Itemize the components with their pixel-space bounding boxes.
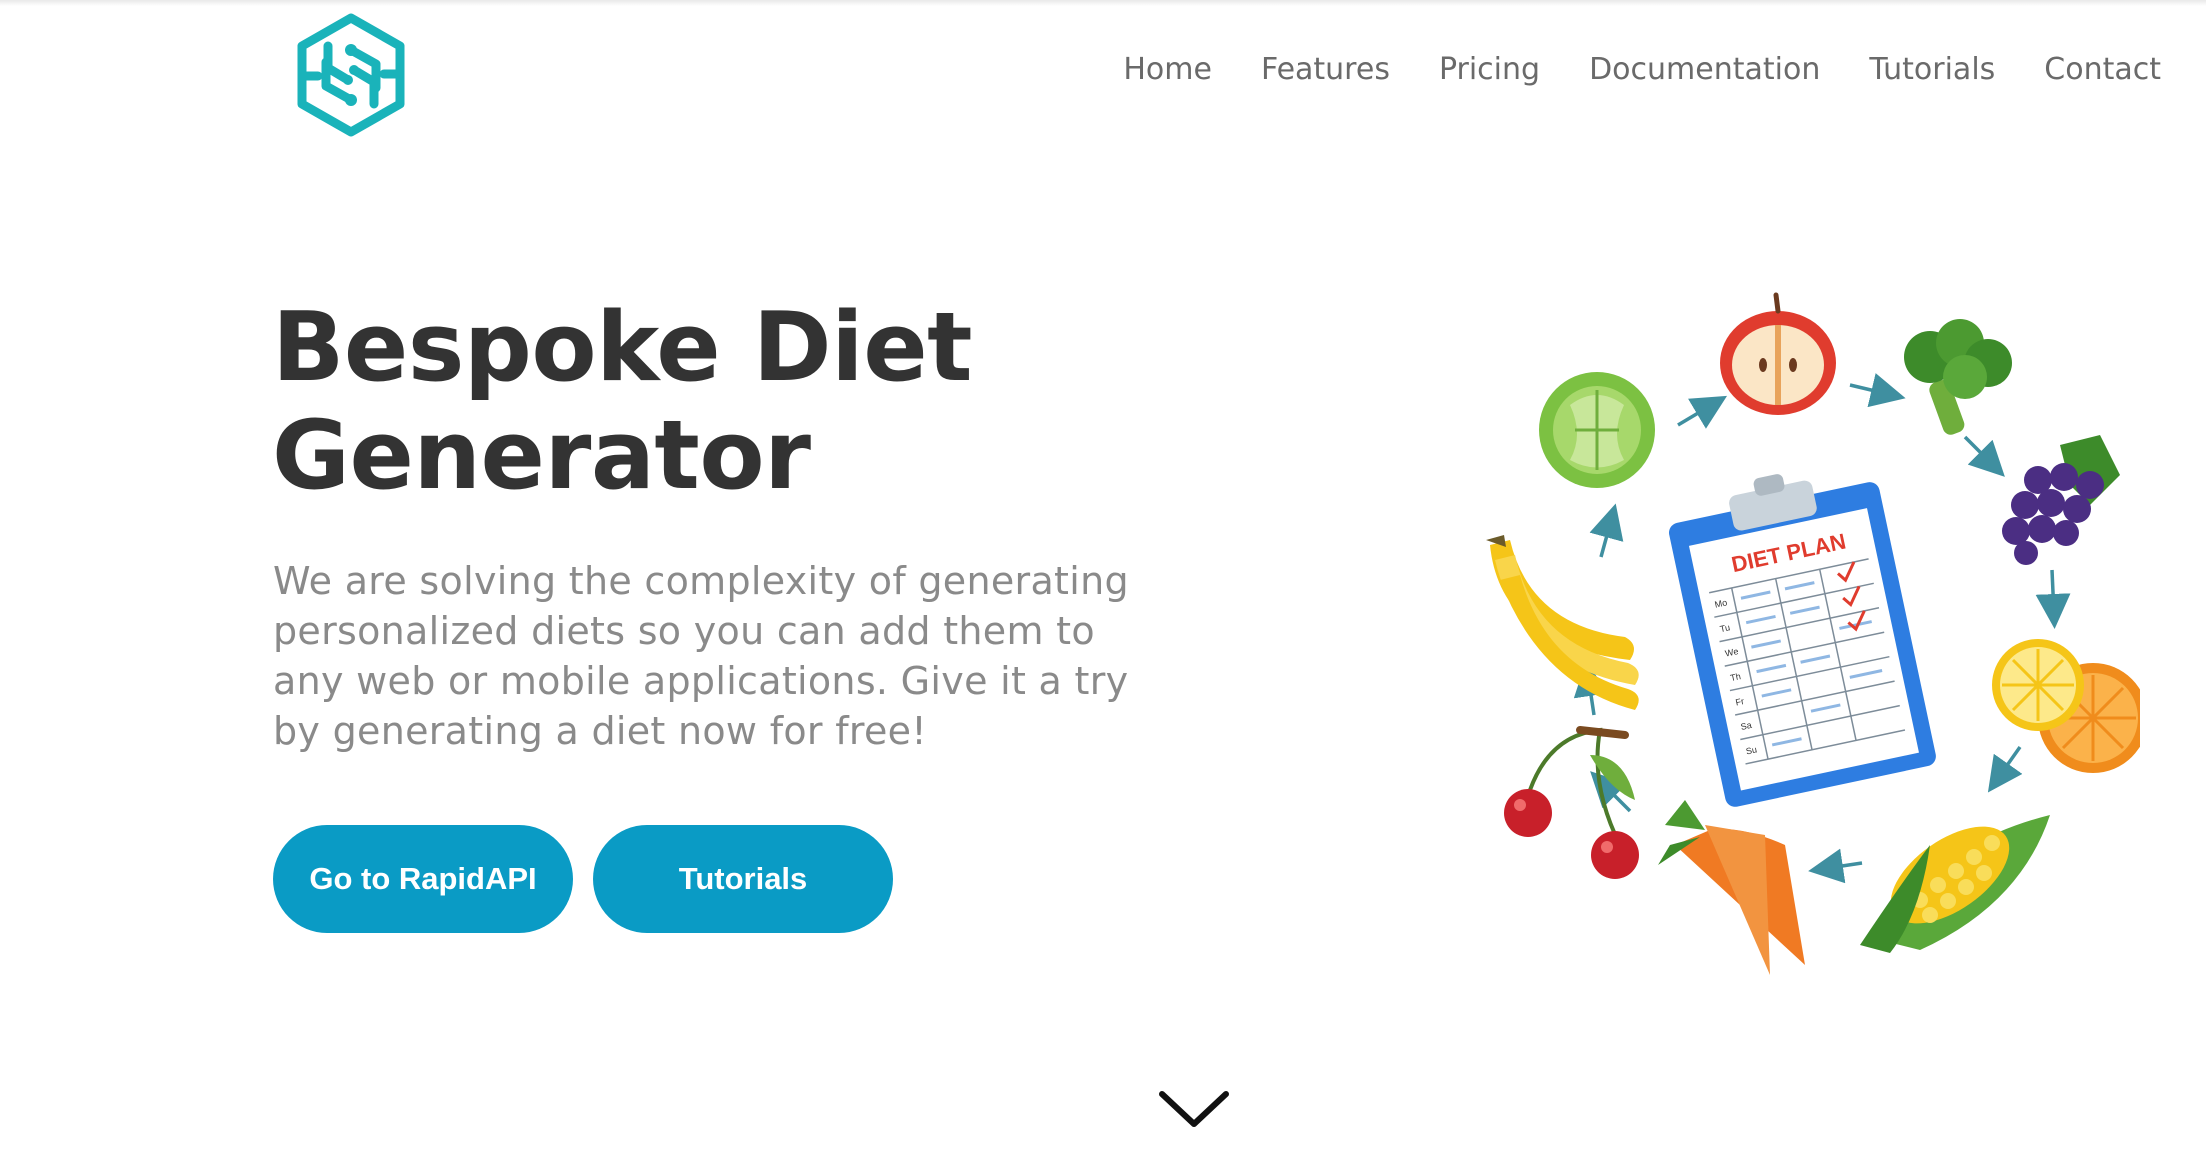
nav-contact[interactable]: Contact xyxy=(2044,52,2161,87)
nav-pricing[interactable]: Pricing xyxy=(1439,52,1540,87)
hero-title-line-2: Generator xyxy=(272,401,811,511)
scroll-down-button[interactable] xyxy=(1158,1088,1230,1132)
cherries-icon xyxy=(1504,726,1639,879)
carrot-icon xyxy=(1658,800,1805,975)
broccoli-icon xyxy=(1904,319,2012,435)
tutorials-button[interactable]: Tutorials xyxy=(593,825,893,933)
main-nav: Home Features Pricing Documentation Tuto… xyxy=(1123,52,2161,87)
hero-title: Bespoke Diet Generator xyxy=(272,294,1072,510)
hero-title-line-1: Bespoke Diet xyxy=(272,293,973,403)
banana-icon xyxy=(1486,535,1639,710)
hexagon-circuit-logo-icon xyxy=(297,13,405,137)
nav-features[interactable]: Features xyxy=(1261,52,1390,87)
chevron-down-icon xyxy=(1159,1091,1229,1127)
grapes-icon xyxy=(2002,435,2120,565)
day-label-tu: Tu xyxy=(1719,622,1731,634)
diet-plan-illustration: DIET PLAN Mo Tu We Th Fr Sa Su xyxy=(1460,285,2148,985)
top-shadow xyxy=(0,0,2206,6)
nav-home[interactable]: Home xyxy=(1123,52,1212,87)
go-to-rapidapi-button[interactable]: Go to RapidAPI xyxy=(273,825,573,933)
corn-icon xyxy=(1860,815,2050,953)
cabbage-icon xyxy=(1539,372,1655,488)
nav-tutorials[interactable]: Tutorials xyxy=(1869,52,1995,87)
nav-documentation[interactable]: Documentation xyxy=(1589,52,1820,87)
diet-plan-clipboard: DIET PLAN Mo Tu We Th Fr Sa Su xyxy=(1669,474,1936,807)
hero-subtitle: We are solving the complexity of generat… xyxy=(273,559,1129,753)
day-label-th: Th xyxy=(1729,671,1741,683)
site-logo[interactable] xyxy=(286,10,416,140)
apple-icon xyxy=(1720,292,1836,415)
